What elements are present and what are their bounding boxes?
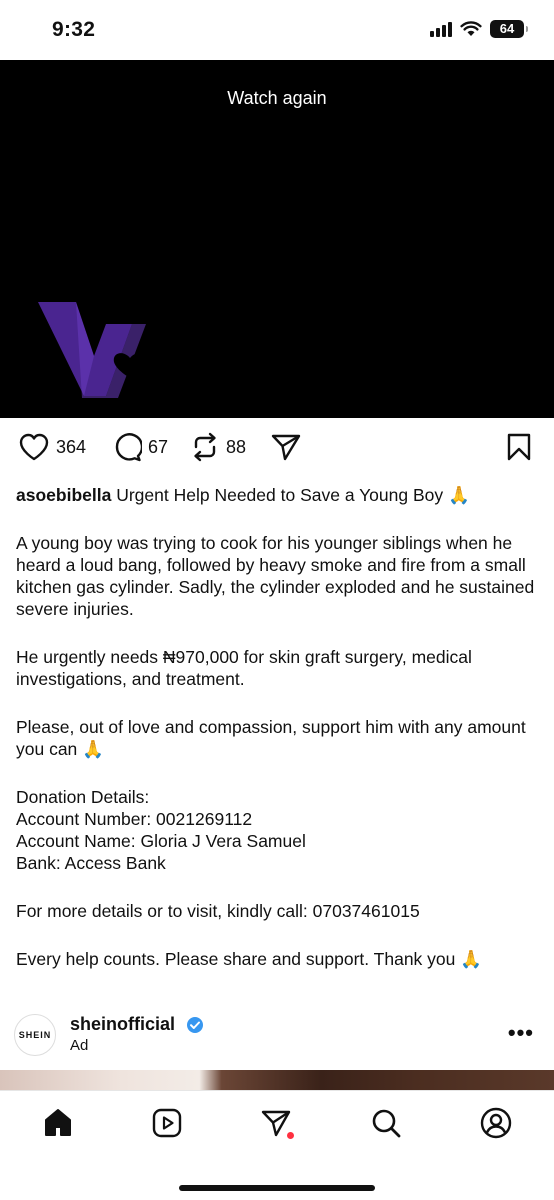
notification-dot — [287, 1132, 294, 1139]
nav-reels[interactable] — [149, 1105, 185, 1141]
post-actions: 364 67 88 — [0, 432, 554, 472]
share-action[interactable] — [270, 432, 302, 462]
status-icons: 64 — [430, 20, 528, 38]
like-action[interactable]: 364 — [18, 432, 86, 462]
battery-icon: 64 — [490, 20, 528, 38]
repost-icon[interactable] — [190, 432, 220, 462]
reels-icon[interactable] — [151, 1107, 183, 1139]
account-number: Account Number: 0021269112 — [16, 809, 253, 829]
comment-icon[interactable] — [112, 432, 142, 462]
home-icon[interactable] — [42, 1107, 74, 1139]
caption-paragraph: Please, out of love and compassion, supp… — [16, 717, 526, 759]
contact-line: For more details or to visit, kindly cal… — [16, 901, 420, 921]
account-name: Account Name: Gloria J Vera Samuel — [16, 831, 306, 851]
post-caption: asoebibella Urgent Help Needed to Save a… — [16, 484, 540, 970]
caption-line-title: asoebibella Urgent Help Needed to Save a… — [16, 484, 540, 506]
repost-count: 88 — [226, 436, 247, 457]
home-indicator — [179, 1185, 375, 1191]
search-icon[interactable] — [370, 1107, 402, 1139]
caption-paragraph: A young boy was trying to cook for his y… — [16, 533, 535, 619]
v-heart-logo-icon — [38, 302, 147, 398]
signal-icon — [430, 21, 452, 37]
bookmark-icon[interactable] — [506, 432, 532, 462]
watch-again-label[interactable]: Watch again — [0, 88, 554, 109]
share-icon[interactable] — [270, 432, 302, 462]
status-bar: 9:32 64 — [0, 0, 554, 60]
like-count: 364 — [56, 436, 87, 457]
caption-paragraph: He urgently needs ₦970,000 for skin graf… — [16, 647, 472, 689]
bottom-nav — [0, 1090, 554, 1200]
more-options-icon[interactable]: ••• — [508, 1020, 534, 1046]
nav-profile[interactable] — [478, 1105, 514, 1141]
ad-image[interactable] — [0, 1070, 554, 1090]
comment-count: 67 — [148, 436, 169, 457]
save-action[interactable] — [506, 432, 532, 462]
nav-home[interactable] — [40, 1105, 76, 1141]
bank-name: Bank: Access Bank — [16, 853, 166, 873]
closing-line: Every help counts. Please share and supp… — [16, 949, 483, 969]
wifi-icon — [460, 21, 482, 36]
nav-search[interactable] — [368, 1105, 404, 1141]
heart-icon[interactable] — [18, 432, 50, 462]
avatar[interactable]: SHEIN — [14, 1014, 56, 1056]
donation-heading: Donation Details: — [16, 787, 150, 807]
caption-title: Urgent Help Needed to Save a Young Boy 🙏 — [116, 485, 470, 505]
status-time: 9:32 — [52, 18, 96, 41]
video-player[interactable]: Watch again — [0, 60, 554, 418]
comment-action[interactable]: 67 — [112, 432, 168, 462]
post-username[interactable]: asoebibella — [16, 485, 111, 505]
ad-account-name[interactable]: sheinofficial — [70, 1014, 175, 1035]
nav-direct[interactable] — [258, 1105, 294, 1141]
profile-icon[interactable] — [480, 1107, 512, 1139]
ad-label: Ad — [70, 1037, 89, 1054]
verified-badge-icon — [187, 1017, 203, 1033]
ad-header: SHEIN sheinofficial Ad ••• — [0, 1012, 554, 1062]
repost-action[interactable]: 88 — [190, 432, 246, 462]
